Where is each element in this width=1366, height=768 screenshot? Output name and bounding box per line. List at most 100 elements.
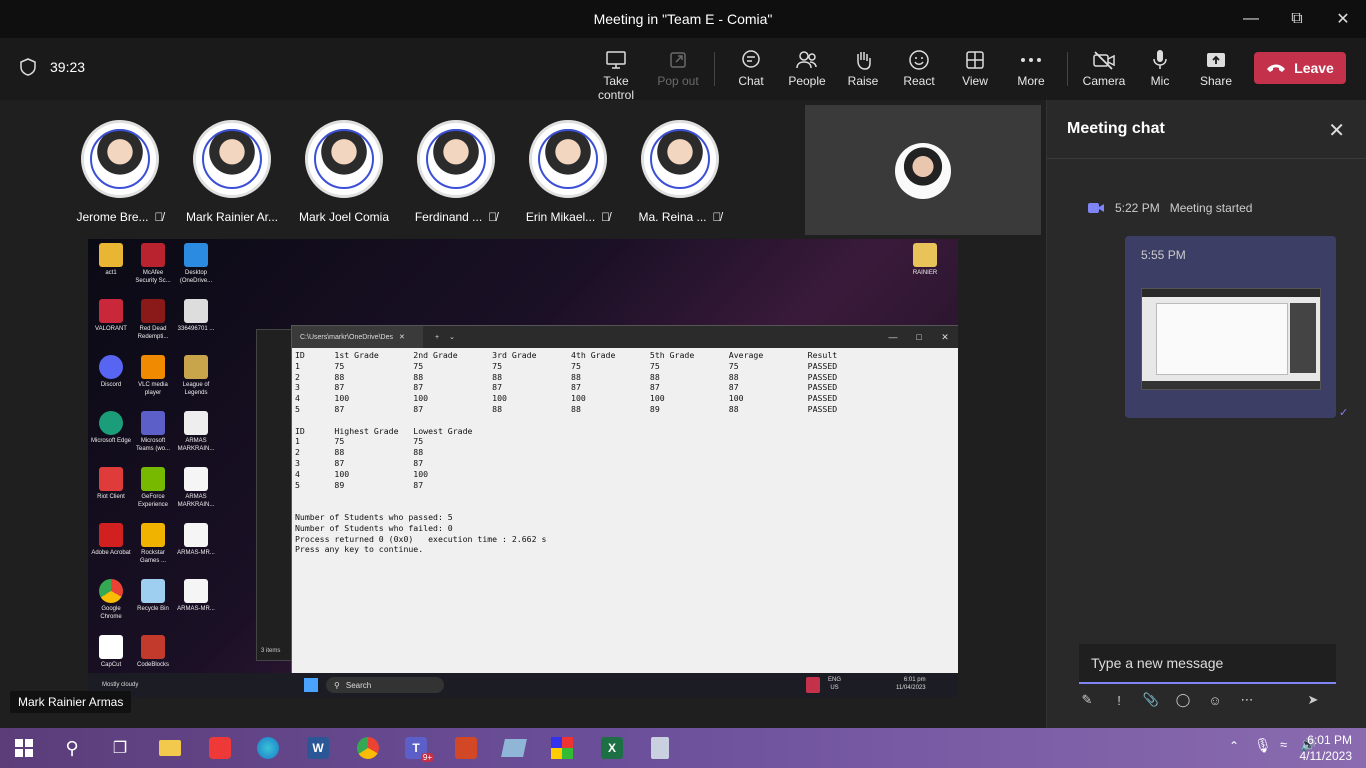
- console-tab-title: C:\Users\markr\OneDrive\Des: [300, 333, 393, 341]
- minimize-icon[interactable]: —: [1228, 0, 1274, 38]
- console-tab[interactable]: C:\Users\markr\OneDrive\Des ✕: [292, 326, 423, 348]
- priority-icon[interactable]: !: [1109, 690, 1129, 710]
- close-chat-icon[interactable]: ✕: [1328, 118, 1345, 143]
- close-icon[interactable]: ✕: [932, 326, 958, 348]
- minimize-icon[interactable]: —: [880, 326, 906, 348]
- pop-out-button[interactable]: Pop out: [648, 46, 708, 88]
- react-button[interactable]: React: [889, 46, 949, 88]
- more-label: More: [1017, 74, 1045, 88]
- clock-date: 4/11/2023: [1299, 749, 1353, 763]
- console-window[interactable]: C:\Users\markr\OneDrive\Des ✕ + ⌄ — □ ✕ …: [291, 325, 958, 679]
- vivaldi-app[interactable]: [204, 734, 236, 762]
- meeting-chat-panel: Meeting chat ✕ 5:22 PM Meeting started 5…: [1046, 100, 1366, 728]
- share-label: Share: [1199, 74, 1233, 88]
- desktop-icon: Adobe Acrobat: [90, 523, 132, 557]
- meeting-toolbar: 39:23 Take control Pop out Chat People R…: [0, 38, 1366, 102]
- taskbar-clock[interactable]: 6:01 PM 4/11/2023: [1300, 732, 1353, 764]
- calculator-app[interactable]: [644, 734, 676, 762]
- started-time: 5:22 PM: [1115, 201, 1160, 215]
- view-button[interactable]: View: [945, 46, 1005, 88]
- vivaldi-icon: [209, 737, 231, 759]
- teams-app[interactable]: T 9+: [400, 734, 434, 762]
- mic-muted-icon: 🎙̸: [601, 210, 611, 224]
- console-titlebar: C:\Users\markr\OneDrive\Des ✕ + ⌄ — □ ✕: [292, 326, 958, 348]
- send-icon[interactable]: ➤: [1303, 690, 1323, 710]
- file-explorer-app[interactable]: [154, 734, 186, 762]
- chevron-up-icon[interactable]: ⌃: [1229, 739, 1239, 753]
- participant-tile[interactable]: Ferdinand ... 🎙̸: [401, 120, 511, 224]
- codeblocks-icon: [551, 737, 573, 759]
- start-icon[interactable]: [304, 678, 318, 692]
- compose-box[interactable]: Type a new message: [1079, 644, 1336, 684]
- chat-button[interactable]: Chat: [721, 46, 781, 88]
- chat-message-bubble[interactable]: 5:55 PM: [1125, 236, 1336, 418]
- camera-off-icon: [1093, 51, 1115, 70]
- participant-tile[interactable]: Ma. Reina ... 🎙̸: [625, 120, 735, 224]
- excel-app[interactable]: X: [596, 734, 628, 762]
- participant-name: Mark Joel Comia: [298, 210, 390, 224]
- edge-app[interactable]: [252, 734, 284, 762]
- console-output: ID 1st Grade 2nd Grade 3rd Grade 4th Gra…: [295, 350, 838, 555]
- desktop-icon: 336496701 ...: [175, 299, 217, 333]
- codeblocks-app[interactable]: [546, 734, 578, 762]
- avatar: [895, 143, 951, 199]
- meeting-timer: 39:23: [20, 58, 85, 76]
- mic-muted-icon: 🎙̸: [154, 210, 164, 224]
- grid-view-icon: [966, 51, 984, 69]
- share-button[interactable]: Share: [1186, 46, 1246, 88]
- wifi-icon[interactable]: ≈: [1280, 737, 1287, 752]
- edge-icon: [257, 737, 279, 759]
- word-app[interactable]: W: [302, 734, 334, 762]
- people-button[interactable]: People: [777, 46, 837, 88]
- desktop-icon: Desktop (OneDrive...: [175, 243, 217, 285]
- shared-search-box[interactable]: ⚲ Search: [326, 677, 444, 693]
- more-button[interactable]: More: [1001, 46, 1061, 88]
- start-button[interactable]: [8, 734, 40, 762]
- desktop-icon: Riot Client: [90, 467, 132, 501]
- search-icon: ⚲: [65, 737, 79, 758]
- toolbar-divider: [714, 52, 715, 86]
- participant-tile[interactable]: Erin Mikael... 🎙̸: [513, 120, 623, 224]
- message-image-thumbnail[interactable]: [1141, 288, 1321, 390]
- leave-button[interactable]: Leave: [1254, 52, 1346, 84]
- format-icon[interactable]: ✎: [1077, 690, 1097, 710]
- microphone-tray-icon[interactable]: 🎙: [1254, 737, 1272, 754]
- desktop-icon: McAfee Security Sc...: [132, 243, 174, 285]
- participant-tile[interactable]: Mark Joel Comia: [289, 120, 399, 224]
- attach-icon[interactable]: 📎: [1141, 690, 1161, 710]
- pop-out-label: Pop out: [657, 74, 699, 88]
- new-tab-icon[interactable]: +: [435, 334, 439, 341]
- chrome-app[interactable]: [352, 734, 384, 762]
- title-bar: Meeting in "Team E - Comia" — ⧉ ✕: [0, 0, 1366, 38]
- close-tab-icon[interactable]: ✕: [399, 333, 405, 341]
- participant-name: Ma. Reina ...: [638, 210, 707, 224]
- chevron-down-icon[interactable]: ⌄: [449, 333, 455, 341]
- maximize-icon[interactable]: □: [906, 326, 932, 348]
- task-view-button[interactable]: ❐: [104, 734, 136, 762]
- read-receipt-icon: ✓: [1339, 407, 1349, 419]
- speaker-video-tile[interactable]: [805, 105, 1041, 235]
- pop-out-icon: [670, 52, 686, 68]
- search-button[interactable]: ⚲: [56, 734, 88, 762]
- app-icon[interactable]: [498, 734, 530, 762]
- maximize-icon[interactable]: ⧉: [1274, 0, 1320, 38]
- participant-tile[interactable]: Jerome Bre... 🎙̸: [65, 120, 175, 224]
- mic-muted-icon: 🎙̸: [712, 210, 722, 224]
- chat-label: Chat: [738, 74, 764, 88]
- emoji-icon[interactable]: ☺: [1205, 690, 1225, 710]
- raise-hand-button[interactable]: Raise: [833, 46, 893, 88]
- powerpoint-app[interactable]: [450, 734, 482, 762]
- shared-screen: act1 McAfee Security Sc... Desktop (OneD…: [88, 239, 958, 697]
- mic-label: Mic: [1150, 74, 1170, 88]
- mic-button[interactable]: Mic: [1130, 46, 1190, 88]
- generic-app-icon: [501, 739, 527, 757]
- participant-tile[interactable]: Mark Rainier Ar...: [177, 120, 287, 224]
- toolbar-divider: [1067, 52, 1068, 86]
- close-icon[interactable]: ✕: [1320, 0, 1366, 38]
- take-control-button[interactable]: Take control: [585, 46, 647, 102]
- loop-icon[interactable]: ◯: [1173, 690, 1193, 710]
- camera-button[interactable]: Camera: [1074, 46, 1134, 88]
- desktop-icon: ARMAS MARKRAIN...: [175, 411, 217, 453]
- teams-badge: 9+: [420, 753, 434, 762]
- more-options-icon[interactable]: ⋯: [1237, 690, 1257, 710]
